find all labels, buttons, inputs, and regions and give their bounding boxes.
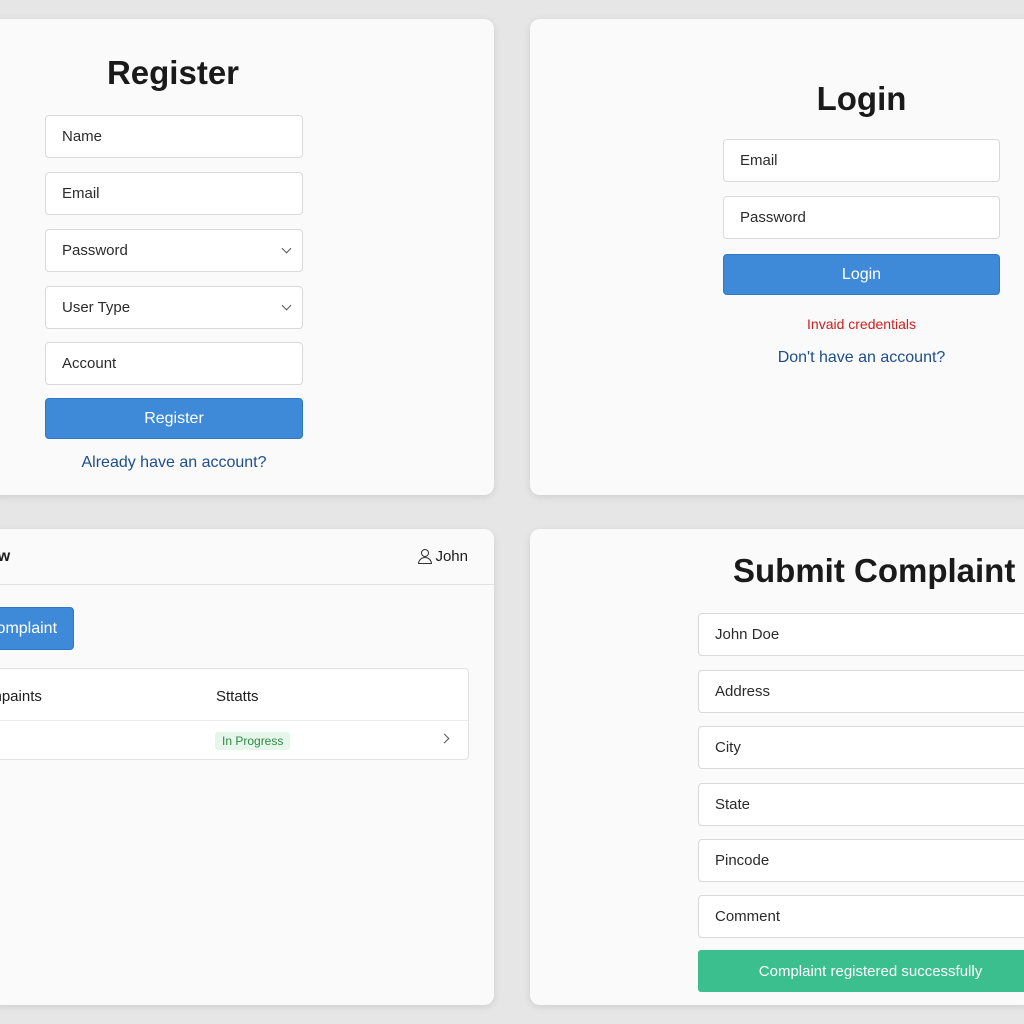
table-divider [0, 720, 468, 721]
login-panel: Login Email Password Login Invaid creden… [530, 19, 1024, 495]
state-placeholder: State [715, 796, 751, 813]
password-field[interactable]: Password [723, 196, 1000, 239]
password-placeholder: Password [62, 242, 128, 259]
user-type-select[interactable]: User Type [45, 286, 303, 329]
login-button[interactable]: Login [723, 254, 1000, 295]
address-placeholder: Address [715, 683, 771, 700]
name-field[interactable]: Name [45, 115, 303, 158]
email-field[interactable]: Email [723, 139, 1000, 182]
register-button[interactable]: Register [45, 398, 303, 439]
account-placeholder: Account [62, 355, 117, 372]
password-placeholder: Password [740, 209, 806, 226]
pincode-field[interactable]: Pincode [698, 839, 1024, 882]
chevron-down-icon [281, 300, 292, 311]
login-link[interactable]: Already have an account? [45, 454, 303, 472]
register-panel: Register Name Email Password User Type A… [0, 19, 494, 495]
column-header-complaints: ompaints [0, 688, 42, 705]
dashboard-header: ow John [0, 529, 494, 585]
login-title: Login [816, 80, 907, 117]
comment-field[interactable]: Comment [698, 895, 1024, 938]
success-message: Complaint registered successfully [698, 950, 1024, 992]
email-field[interactable]: Email [45, 172, 303, 215]
email-placeholder: Email [740, 152, 778, 169]
email-placeholder: Email [62, 185, 100, 202]
password-field[interactable]: Password [45, 229, 303, 272]
city-placeholder: City [715, 739, 741, 756]
column-header-status: Sttatts [216, 688, 259, 705]
state-field[interactable]: State [698, 783, 1024, 826]
complaint-panel: Submit Complaint John Doe Address City S… [530, 529, 1024, 1005]
user-type-value: User Type [62, 299, 131, 316]
register-title: Register [106, 54, 240, 91]
chevron-right-icon[interactable] [439, 733, 450, 744]
app-brand: ow [0, 548, 11, 565]
error-message: Invaid credentials [807, 316, 916, 332]
account-field[interactable]: Account [45, 342, 303, 385]
city-field[interactable]: City [698, 726, 1024, 769]
complaints-table: ompaints Sttatts re In Progress [0, 668, 469, 760]
user-icon [418, 548, 433, 565]
name-field[interactable]: John Doe [698, 613, 1024, 656]
user-menu[interactable]: John [418, 548, 468, 565]
pincode-placeholder: Pincode [715, 852, 770, 869]
signup-link[interactable]: Don't have an account? [723, 349, 1000, 367]
chevron-down-icon [281, 243, 292, 254]
address-field[interactable]: Address [698, 670, 1024, 713]
name-value: John Doe [715, 626, 780, 643]
comment-placeholder: Comment [715, 908, 781, 925]
name-placeholder: Name [62, 128, 103, 145]
dashboard-panel: ow John Complaint ompaints Sttatts re In… [0, 529, 494, 1005]
new-complaint-button[interactable]: Complaint [0, 607, 74, 650]
complaint-title: Submit Complaint [733, 552, 1016, 589]
user-name: John [435, 548, 468, 565]
status-badge: In Progress [215, 732, 291, 750]
